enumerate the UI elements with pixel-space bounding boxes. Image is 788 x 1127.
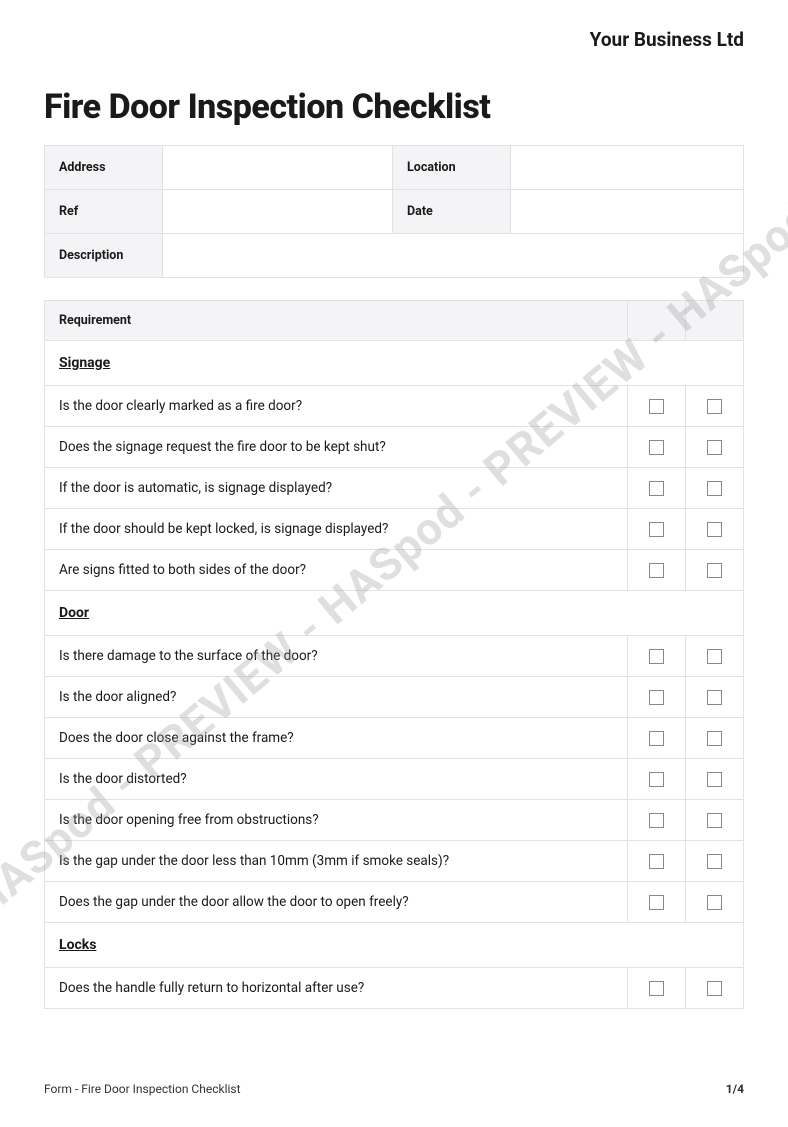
footer-form-name: Form - Fire Door Inspection Checklist [44,1082,241,1096]
address-value[interactable] [163,146,393,190]
table-row: Are signs fitted to both sides of the do… [45,550,744,591]
section-door: Door [45,591,744,636]
requirement-text: Does the gap under the door allow the do… [45,882,628,923]
table-row: Is the door opening free from obstructio… [45,800,744,841]
requirement-text: Are signs fitted to both sides of the do… [45,550,628,591]
table-row: Is the door aligned? [45,677,744,718]
checkbox[interactable] [649,813,664,828]
requirement-text: Does the door close against the frame? [45,718,628,759]
section-signage: Signage [45,341,744,386]
checkbox[interactable] [707,813,722,828]
checkbox[interactable] [707,690,722,705]
table-row: Is the door distorted? [45,759,744,800]
col2-header [686,301,744,341]
checkbox[interactable] [649,690,664,705]
checkbox[interactable] [649,440,664,455]
checkbox[interactable] [649,563,664,578]
checkbox[interactable] [707,895,722,910]
description-label: Description [45,234,163,278]
location-label: Location [393,146,511,190]
checkbox[interactable] [707,481,722,496]
requirement-text: Is the door distorted? [45,759,628,800]
ref-value[interactable] [163,190,393,234]
page-title: Fire Door Inspection Checklist [44,87,744,127]
requirement-text: If the door is automatic, is signage dis… [45,468,628,509]
requirement-text: Does the handle fully return to horizont… [45,968,628,1009]
requirement-text: Is the door aligned? [45,677,628,718]
checkbox[interactable] [707,440,722,455]
table-row: If the door should be kept locked, is si… [45,509,744,550]
ref-label: Ref [45,190,163,234]
table-row: Does the signage request the fire door t… [45,427,744,468]
company-name: Your Business Ltd [44,28,744,51]
requirement-header: Requirement [45,301,628,341]
checkbox[interactable] [707,854,722,869]
table-row: Does the door close against the frame? [45,718,744,759]
checkbox[interactable] [649,854,664,869]
checkbox[interactable] [649,399,664,414]
table-row: Does the handle fully return to horizont… [45,968,744,1009]
table-row: Does the gap under the door allow the do… [45,882,744,923]
checkbox[interactable] [707,522,722,537]
requirement-text: Is there damage to the surface of the do… [45,636,628,677]
table-row: Is there damage to the surface of the do… [45,636,744,677]
checkbox[interactable] [649,731,664,746]
requirement-text: Is the gap under the door less than 10mm… [45,841,628,882]
address-label: Address [45,146,163,190]
section-locks: Locks [45,923,744,968]
table-row: If the door is automatic, is signage dis… [45,468,744,509]
description-value[interactable] [163,234,744,278]
requirement-text: Is the door clearly marked as a fire doo… [45,386,628,427]
checkbox[interactable] [707,772,722,787]
checkbox[interactable] [707,731,722,746]
checkbox[interactable] [707,563,722,578]
footer-page-number: 1/4 [726,1082,744,1096]
checkbox[interactable] [649,522,664,537]
requirement-text: Is the door opening free from obstructio… [45,800,628,841]
location-value[interactable] [511,146,744,190]
checkbox[interactable] [707,649,722,664]
requirement-text: Does the signage request the fire door t… [45,427,628,468]
checkbox[interactable] [649,481,664,496]
requirement-text: If the door should be kept locked, is si… [45,509,628,550]
checkbox[interactable] [649,772,664,787]
checkbox[interactable] [649,895,664,910]
table-row: Is the gap under the door less than 10mm… [45,841,744,882]
checkbox[interactable] [649,649,664,664]
date-label: Date [393,190,511,234]
checkbox[interactable] [707,399,722,414]
col1-header [628,301,686,341]
checkbox[interactable] [707,981,722,996]
checklist-table: Requirement Signage Is the door clearly … [44,300,744,1009]
date-value[interactable] [511,190,744,234]
table-row: Is the door clearly marked as a fire doo… [45,386,744,427]
checkbox[interactable] [649,981,664,996]
meta-table: Address Location Ref Date Description [44,145,744,278]
